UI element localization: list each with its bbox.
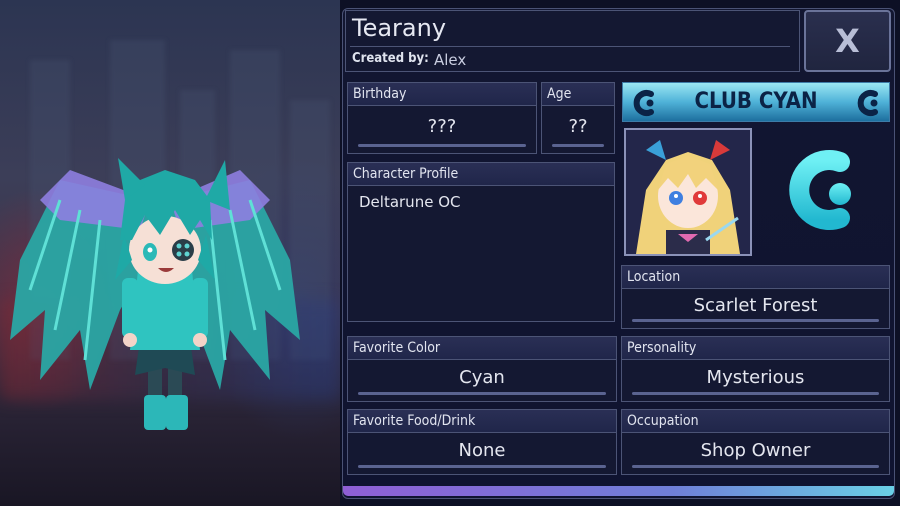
close-button[interactable]: X [804,10,891,72]
favorite-color-value[interactable]: Cyan [348,361,616,393]
created-by-label: Created by: [352,51,429,66]
creator-name: Alex [434,51,467,69]
field-underline [632,319,879,322]
field-underline [632,465,879,468]
personality-value[interactable]: Mysterious [622,361,889,393]
personality-label: Personality [622,337,889,360]
close-icon: X [835,22,860,60]
field-underline [358,465,606,468]
field-underline [632,392,879,395]
age-field: Age ?? [541,82,615,154]
location-label: Location [622,266,889,289]
profile-panel: Tearany Created by: Alex X Birthday ??? … [340,0,900,506]
occupation-label: Occupation [622,410,889,433]
field-underline [552,144,604,147]
birthday-field: Birthday ??? [347,82,537,154]
occupation-value[interactable]: Shop Owner [622,434,889,466]
character-scene [0,0,340,506]
age-label: Age [542,83,614,106]
club-banner: CLUB CYAN [622,82,890,122]
club-c-icon-right [857,90,878,116]
field-underline [358,392,606,395]
club-name: CLUB CYAN [694,89,818,114]
location-field: Location Scarlet Forest [621,265,890,329]
favorite-food-label: Favorite Food/Drink [348,410,616,433]
character-sprite [10,158,300,430]
character-profile-label: Character Profile [348,163,614,186]
occupation-field: Occupation Shop Owner [621,409,890,475]
birthday-label: Birthday [348,83,536,106]
club-cyan-logo-icon [789,150,851,230]
favorite-color-label: Favorite Color [348,337,616,360]
bottom-accent-bar [343,486,894,496]
field-underline [358,144,526,147]
location-value[interactable]: Scarlet Forest [622,290,889,320]
avatar-portrait [626,130,750,254]
favorite-food-value[interactable]: None [348,434,616,466]
personality-field: Personality Mysterious [621,336,890,402]
character-profile-text[interactable]: Deltarune OC [359,193,460,211]
birthday-value[interactable]: ??? [348,107,536,145]
age-value[interactable]: ?? [542,107,614,145]
name-header: Tearany Created by: Alex [345,10,800,72]
character-name: Tearany [352,14,447,42]
creator-avatar[interactable] [624,128,752,256]
divider [350,46,790,47]
favorite-food-field: Favorite Food/Drink None [347,409,617,475]
favorite-color-field: Favorite Color Cyan [347,336,617,402]
character-profile-field: Character Profile Deltarune OC [347,162,615,322]
